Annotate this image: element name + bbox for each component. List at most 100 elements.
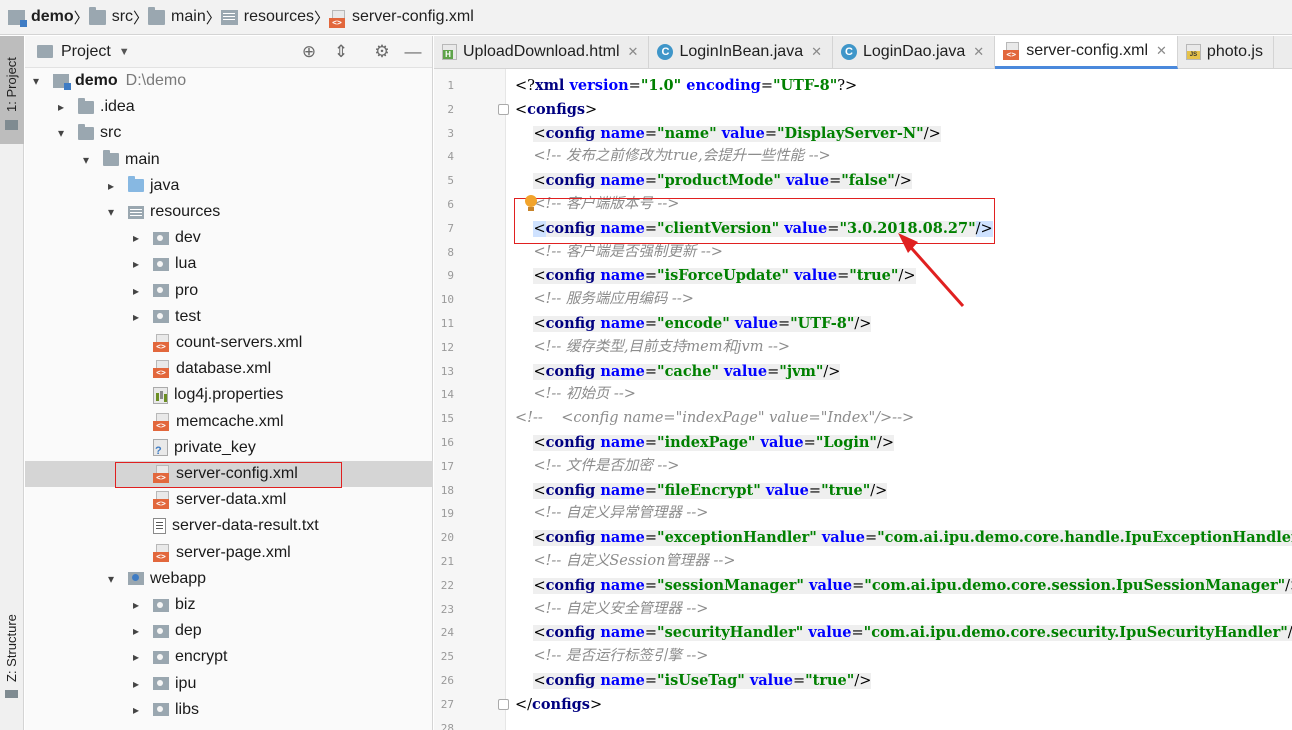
- tree-item[interactable]: ▸ encrypt: [25, 644, 433, 670]
- hide-panel-icon[interactable]: —: [403, 42, 423, 62]
- code-line[interactable]: <!-- 缓存类型,目前支持mem和jvm -->: [515, 336, 790, 360]
- code-line[interactable]: <!-- 文件是否加密 -->: [515, 455, 679, 479]
- code-line[interactable]: <!-- 客户端是否强制更新 -->: [515, 241, 722, 265]
- chevron-right-icon[interactable]: ▸: [129, 231, 143, 245]
- breadcrumb-item[interactable]: main: [148, 0, 206, 35]
- breadcrumb-label: main: [171, 8, 206, 25]
- code-line[interactable]: <config name="cache" value="jvm"/>: [515, 360, 841, 384]
- tree-item[interactable]: log4j.properties: [25, 382, 433, 408]
- code-line[interactable]: <config name="indexPage" value="Login"/>: [515, 431, 895, 455]
- chevron-right-icon: 〉: [73, 9, 89, 27]
- code-line[interactable]: <!-- 自定义安全管理器 -->: [515, 598, 708, 622]
- editor-tab[interactable]: server-config.xml ✕: [995, 36, 1178, 69]
- close-icon[interactable]: ✕: [811, 44, 822, 60]
- tree-item[interactable]: ▸ libs: [25, 697, 433, 723]
- tree-item[interactable]: ▸ biz: [25, 592, 433, 618]
- chevron-right-icon[interactable]: ▸: [129, 703, 143, 717]
- tree-item[interactable]: server-config.xml: [25, 461, 433, 487]
- tree-item[interactable]: ▸ lua: [25, 251, 433, 277]
- code-line[interactable]: <!-- 自定义异常管理器 -->: [515, 502, 708, 526]
- close-icon[interactable]: ✕: [628, 44, 639, 60]
- chevron-right-icon[interactable]: ▸: [129, 310, 143, 324]
- code-line[interactable]: <config name="fileEncrypt" value="true"/…: [515, 479, 888, 503]
- chevron-down-icon[interactable]: ▾: [29, 74, 43, 88]
- code-line[interactable]: <!-- 发布之前修改为true,会提升一些性能 -->: [515, 145, 830, 169]
- editor-tab[interactable]: C LoginDao.java ✕: [833, 36, 996, 68]
- tree-item[interactable]: ▾ main: [25, 147, 433, 173]
- code-line[interactable]: <config name="productMode" value="false"…: [515, 169, 912, 193]
- tree-item[interactable]: ▸ java: [25, 173, 433, 199]
- code-line[interactable]: <config name="sessionManager" value="com…: [515, 574, 1292, 598]
- tree-item[interactable]: memcache.xml: [25, 409, 433, 435]
- chevron-right-icon[interactable]: ▸: [129, 677, 143, 691]
- tree-item[interactable]: server-data-result.txt: [25, 513, 433, 539]
- chevron-right-icon[interactable]: ▸: [129, 284, 143, 298]
- editor-tab[interactable]: C LoginInBean.java ✕: [649, 36, 833, 68]
- project-tool-button[interactable]: 1: Project: [0, 36, 24, 144]
- breadcrumb-item[interactable]: demo: [8, 0, 74, 35]
- chevron-right-icon[interactable]: ▸: [104, 179, 118, 193]
- tree-item[interactable]: count-servers.xml: [25, 330, 433, 356]
- structure-tool-button[interactable]: Z: Structure: [0, 612, 24, 730]
- tree-item[interactable]: server-data.xml: [25, 487, 433, 513]
- chevron-down-icon[interactable]: ▾: [104, 572, 118, 586]
- line-number: 7: [447, 221, 454, 235]
- editor-tab[interactable]: photo.js: [1178, 36, 1274, 68]
- chevron-right-icon[interactable]: ▸: [129, 598, 143, 612]
- chevron-down-icon[interactable]: ▼: [119, 46, 130, 58]
- chevron-right-icon[interactable]: ▸: [129, 650, 143, 664]
- code-line[interactable]: <!-- 客户端版本号 -->: [515, 193, 679, 217]
- code-line[interactable]: <config name="clientVersion" value="3.0.…: [515, 217, 993, 241]
- lightbulb-icon[interactable]: [524, 195, 538, 213]
- code-line[interactable]: </configs>: [515, 693, 602, 717]
- code-line[interactable]: <config name="exceptionHandler" value="c…: [515, 526, 1292, 550]
- code-editor[interactable]: <?xml version="1.0" encoding="UTF-8"?> <c…: [507, 69, 1292, 730]
- code-token: name: [600, 576, 645, 594]
- editor-tab-label: server-config.xml: [1026, 42, 1149, 59]
- code-token: <!-- 初始页 -->: [533, 386, 636, 403]
- tree-item[interactable]: database.xml: [25, 356, 433, 382]
- locate-icon[interactable]: ⊕: [299, 42, 319, 62]
- close-icon[interactable]: ✕: [1156, 43, 1167, 59]
- code-line[interactable]: <config name="name" value="DisplayServer…: [515, 122, 941, 146]
- tree-item[interactable]: ▸ dev: [25, 225, 433, 251]
- tree-item[interactable]: ▸ .idea: [25, 94, 433, 120]
- chevron-down-icon[interactable]: ▾: [79, 153, 93, 167]
- tree-item[interactable]: private_key: [25, 435, 433, 461]
- code-line[interactable]: <!-- 服务端应用编码 -->: [515, 288, 693, 312]
- code-token: <: [533, 363, 546, 380]
- chevron-down-icon[interactable]: ▾: [54, 126, 68, 140]
- gear-icon[interactable]: ⚙: [372, 42, 392, 62]
- tree-item[interactable]: server-page.xml: [25, 540, 433, 566]
- chevron-right-icon[interactable]: ▸: [129, 624, 143, 638]
- code-line[interactable]: <config name="isUseTag" value="true"/>: [515, 669, 872, 693]
- chevron-right-icon[interactable]: ▸: [54, 100, 68, 114]
- tree-item[interactable]: ▸ test: [25, 304, 433, 330]
- code-line[interactable]: <!-- 自定义Session管理器 -->: [515, 550, 735, 574]
- collapse-all-icon[interactable]: ⇕: [331, 42, 351, 62]
- chevron-right-icon[interactable]: ▸: [129, 257, 143, 271]
- properties-file-icon: [153, 386, 168, 404]
- code-line[interactable]: <config name="securityHandler" value="co…: [515, 621, 1292, 645]
- code-line[interactable]: <!-- <config name="indexPage" value="Ind…: [515, 407, 914, 431]
- code-line[interactable]: <!-- 初始页 -->: [515, 383, 636, 407]
- breadcrumb-item[interactable]: src: [88, 0, 133, 35]
- editor-tab[interactable]: UploadDownload.html ✕: [434, 36, 650, 68]
- chevron-down-icon[interactable]: ▾: [104, 205, 118, 219]
- tree-item[interactable]: ▾ webapp: [25, 566, 433, 592]
- tree-item[interactable]: ▸ pro: [25, 278, 433, 304]
- code-line[interactable]: <config name="isForceUpdate" value="true…: [515, 264, 916, 288]
- tree-item[interactable]: ▸ ipu: [25, 671, 433, 697]
- code-line[interactable]: <!-- 是否运行标签引擎 -->: [515, 645, 708, 669]
- breadcrumb-item[interactable]: server-config.xml: [329, 0, 474, 35]
- tree-item[interactable]: ▾ resources: [25, 199, 433, 225]
- code-line[interactable]: <?xml version="1.0" encoding="UTF-8"?>: [515, 74, 857, 98]
- project-panel-title[interactable]: Project: [61, 43, 111, 61]
- tree-item[interactable]: ▾ src: [25, 120, 433, 146]
- code-line[interactable]: <configs>: [515, 98, 597, 122]
- tree-item[interactable]: ▸ dep: [25, 618, 433, 644]
- close-icon[interactable]: ✕: [973, 44, 984, 60]
- breadcrumb-item[interactable]: resources: [220, 0, 314, 35]
- code-line[interactable]: <config name="encode" value="UTF-8"/>: [515, 312, 872, 336]
- tree-item[interactable]: ▾ demo D:\demo: [25, 68, 433, 94]
